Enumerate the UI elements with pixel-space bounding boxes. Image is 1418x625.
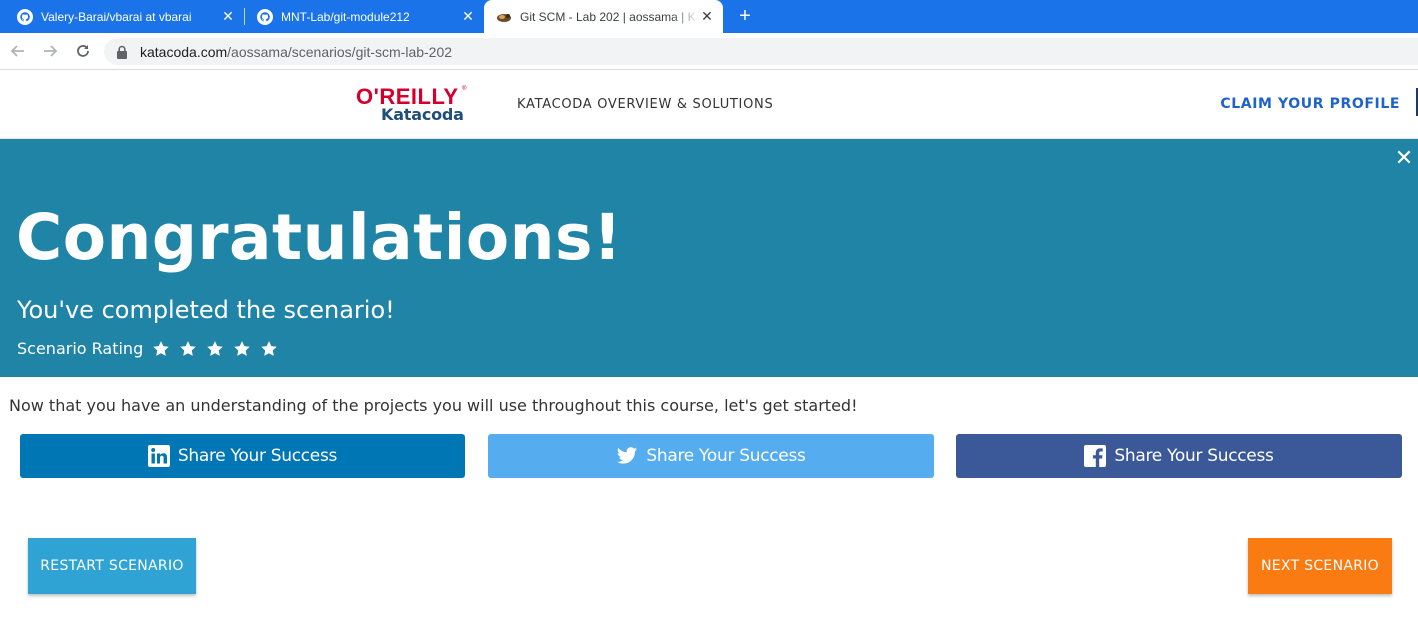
star-icon[interactable]: [179, 340, 197, 358]
arrow-left-icon: [10, 45, 24, 57]
twitter-icon: [617, 447, 638, 464]
share-facebook-button[interactable]: Share Your Success: [956, 434, 1402, 478]
back-button[interactable]: [8, 41, 28, 61]
browser-tab-vbarai[interactable]: Valery-Barai/vbarai at vbarai ✕: [0, 0, 244, 33]
browser-toolbar: katacoda.com/aossama/scenarios/git-scm-l…: [0, 33, 1418, 70]
forward-button[interactable]: [40, 41, 60, 61]
star-icon[interactable]: [152, 340, 170, 358]
site-header: O'REILLY ® Katacoda KATACODA OVERVIEW & …: [0, 70, 1418, 139]
linkedin-icon: [147, 445, 170, 467]
close-tab-icon[interactable]: ✕: [220, 8, 236, 25]
banner-subtitle: You've completed the scenario!: [17, 296, 395, 324]
share-label: Share Your Success: [646, 446, 806, 466]
logo-katacoda-text: Katacoda: [381, 105, 464, 124]
tab-title: MNT-Lab/git-module212: [281, 9, 410, 24]
close-icon[interactable]: ✕: [1394, 145, 1414, 170]
restart-scenario-button[interactable]: RESTART SCENARIO: [28, 538, 196, 594]
url-text: katacoda.com/aossama/scenarios/git-scm-l…: [140, 44, 452, 60]
browser-tab-git-scm-lab[interactable]: Git SCM - Lab 202 | aossama | Ka ✕: [484, 0, 723, 33]
oreilly-katacoda-logo[interactable]: O'REILLY ® Katacoda: [356, 84, 468, 124]
share-label: Share Your Success: [1114, 446, 1274, 466]
tab-title: Git SCM - Lab 202 | aossama | Ka: [520, 9, 699, 24]
star-icon[interactable]: [206, 340, 224, 358]
katacoda-icon: [497, 13, 511, 22]
claim-profile-link[interactable]: CLAIM YOUR PROFILE: [1220, 96, 1400, 112]
facebook-icon: [1084, 445, 1107, 467]
logo-registered-mark: ®: [462, 86, 467, 92]
congratulations-banner: ✕ Congratulations! You've completed the …: [0, 139, 1418, 377]
rating-stars: [152, 340, 287, 358]
github-icon: [17, 8, 33, 25]
share-linkedin-button[interactable]: Share Your Success: [20, 434, 465, 478]
next-scenario-button[interactable]: NEXT SCENARIO: [1248, 538, 1392, 594]
intro-text: Now that you have an understanding of th…: [9, 396, 858, 415]
close-tab-icon[interactable]: ✕: [699, 8, 715, 25]
new-tab-button[interactable]: +: [734, 4, 756, 28]
url-path: /aossama/scenarios/git-scm-lab-202: [227, 43, 453, 60]
star-icon[interactable]: [233, 340, 251, 358]
scenario-rating: Scenario Rating: [17, 339, 287, 358]
lock-icon: [117, 45, 127, 59]
share-twitter-button[interactable]: Share Your Success: [488, 434, 934, 478]
nav-katacoda-overview[interactable]: KATACODA OVERVIEW & SOLUTIONS: [517, 97, 773, 112]
close-tab-icon[interactable]: ✕: [460, 8, 476, 25]
star-icon[interactable]: [260, 340, 278, 358]
browser-tab-git-module[interactable]: MNT-Lab/git-module212 ✕: [240, 0, 484, 33]
reload-icon: [77, 45, 89, 57]
arrow-right-icon: [44, 45, 58, 57]
tab-title: Valery-Barai/vbarai at vbarai: [41, 9, 192, 24]
browser-tab-strip: Valery-Barai/vbarai at vbarai ✕ MNT-Lab/…: [0, 0, 1418, 33]
url-host: katacoda.com: [140, 43, 228, 60]
banner-title: Congratulations!: [16, 201, 623, 274]
reload-button[interactable]: [73, 41, 93, 61]
github-icon: [257, 8, 273, 25]
address-bar[interactable]: katacoda.com/aossama/scenarios/git-scm-l…: [104, 38, 1418, 65]
share-label: Share Your Success: [177, 446, 338, 466]
rating-label: Scenario Rating: [17, 339, 144, 358]
